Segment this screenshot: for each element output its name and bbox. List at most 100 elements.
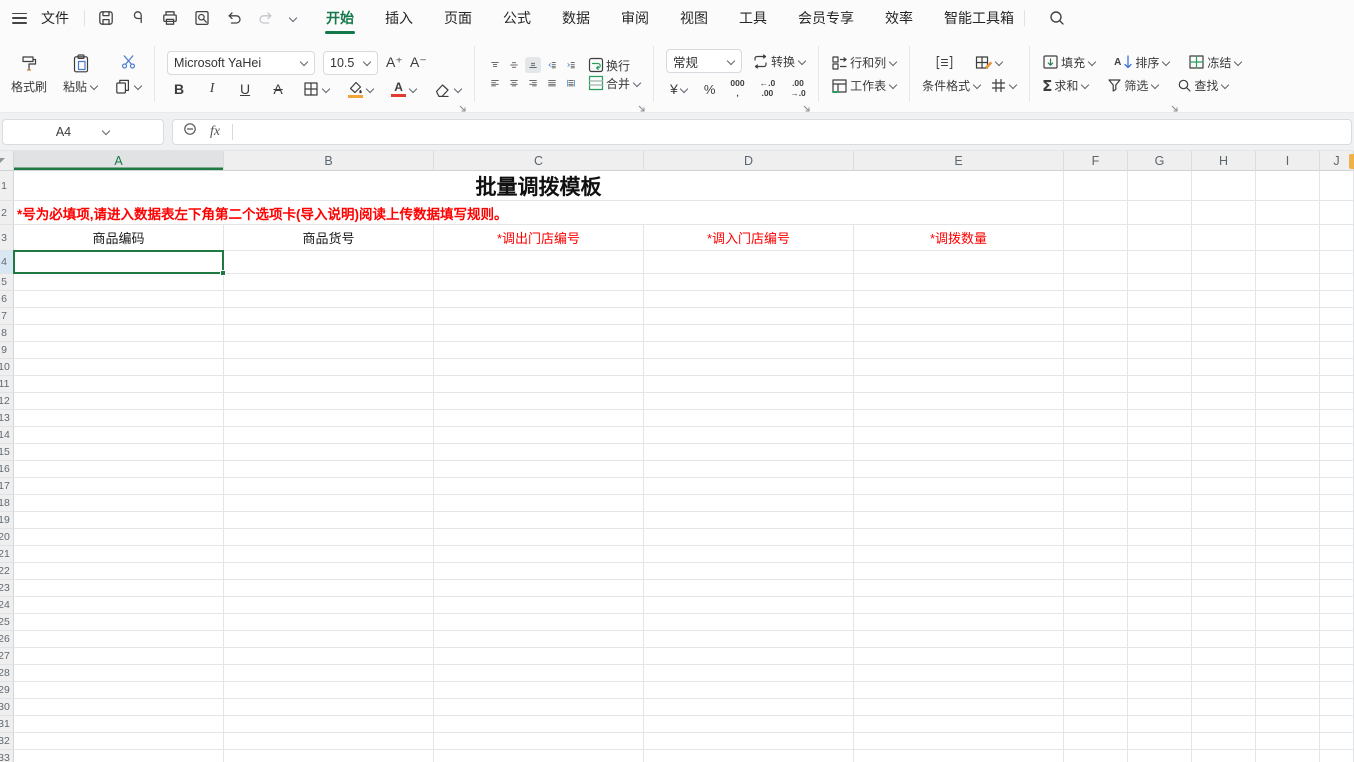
grid-cell[interactable] (14, 291, 224, 308)
grid-cell[interactable] (224, 529, 434, 546)
fx-icon[interactable]: fx (210, 124, 220, 140)
grid-cell[interactable] (434, 251, 644, 274)
row-header-29[interactable]: 29 (0, 682, 14, 699)
font-color-button[interactable]: A (391, 81, 417, 97)
grid-cell[interactable] (1128, 750, 1192, 762)
grid-cell[interactable] (854, 750, 1064, 762)
grid-cell[interactable] (644, 563, 854, 580)
grid-cell[interactable] (644, 665, 854, 682)
grid-cell[interactable] (854, 682, 1064, 699)
grid-cell[interactable] (1192, 393, 1256, 410)
grid-cell[interactable] (1128, 342, 1192, 359)
grid-cell[interactable] (1320, 699, 1354, 716)
freeze-button[interactable]: 冻结 (1188, 54, 1242, 71)
grid-cell[interactable] (14, 359, 224, 376)
grid-cell[interactable] (224, 410, 434, 427)
grid-cell[interactable] (1320, 614, 1354, 631)
grid-cell[interactable] (434, 733, 644, 750)
grid-cell[interactable] (434, 427, 644, 444)
grid-cell[interactable] (854, 291, 1064, 308)
grid-cell[interactable] (1320, 512, 1354, 529)
convert-dropdown-icon[interactable] (797, 57, 806, 66)
grid-cell[interactable] (1256, 291, 1320, 308)
currency-dropdown-icon[interactable] (680, 85, 689, 94)
grid-cell[interactable] (1192, 682, 1256, 699)
fill-color-button[interactable] (347, 81, 374, 98)
grid-cell[interactable] (14, 733, 224, 750)
fill-color-dropdown-icon[interactable] (365, 85, 374, 94)
grid-cell[interactable] (434, 597, 644, 614)
grid-cell[interactable] (14, 631, 224, 648)
grid-cell[interactable] (854, 393, 1064, 410)
sort-dropdown-icon[interactable] (1161, 58, 1170, 67)
sort-button[interactable]: A 排序 (1114, 54, 1170, 71)
grid-cell[interactable] (434, 716, 644, 733)
grid-cell[interactable] (224, 376, 434, 393)
grid-cell[interactable] (1064, 512, 1128, 529)
grid-cell[interactable] (224, 427, 434, 444)
grid-cell[interactable] (434, 665, 644, 682)
grid-cell[interactable] (1064, 376, 1128, 393)
grid-cell[interactable] (1192, 597, 1256, 614)
notice-cell[interactable]: *号为必填项,请进入数据表左下角第二个选项卡(导入说明)阅读上传数据填写规则。 (14, 201, 1064, 225)
increase-decimal-button[interactable]: ←.0.00 (760, 79, 776, 99)
grid-cell[interactable] (224, 274, 434, 291)
grid-cell[interactable] (854, 308, 1064, 325)
column-header-G[interactable]: G (1128, 151, 1192, 171)
grid-cell[interactable] (1064, 325, 1128, 342)
grid-cell[interactable] (1064, 342, 1128, 359)
grid-cell[interactable] (224, 478, 434, 495)
grid-cell[interactable] (224, 359, 434, 376)
grid-cell[interactable] (1256, 580, 1320, 597)
grid-cell[interactable] (224, 291, 434, 308)
grid-cell[interactable] (1064, 444, 1128, 461)
grid-cell[interactable] (1320, 201, 1354, 225)
row-header-17[interactable]: 17 (0, 478, 14, 495)
grid-cell[interactable] (854, 546, 1064, 563)
grid-cell[interactable] (1320, 225, 1354, 251)
grid-cell[interactable] (224, 648, 434, 665)
grid-cell[interactable] (1192, 325, 1256, 342)
filter-dropdown-icon[interactable] (1150, 81, 1159, 90)
grid-cell[interactable] (14, 699, 224, 716)
grid-cell[interactable] (224, 597, 434, 614)
grid-cell[interactable] (1128, 546, 1192, 563)
copy-dropdown-icon[interactable] (133, 82, 142, 91)
increase-font-icon[interactable]: A⁺ (386, 54, 402, 71)
grid-cell[interactable] (854, 699, 1064, 716)
cut-icon[interactable] (120, 54, 137, 71)
table-header-cell[interactable]: *调入门店编号 (644, 225, 854, 251)
grid-cell[interactable] (1256, 648, 1320, 665)
grid-cell[interactable] (224, 614, 434, 631)
grid-cell[interactable] (14, 512, 224, 529)
merge-cells-button[interactable]: 合并 (588, 75, 641, 92)
grid-cell[interactable] (644, 359, 854, 376)
convert-button[interactable]: 转换 (752, 53, 806, 70)
grid-cell[interactable] (1128, 614, 1192, 631)
grid-cell[interactable] (1192, 225, 1256, 251)
grid-cell[interactable] (1064, 546, 1128, 563)
row-header-27[interactable]: 27 (0, 648, 14, 665)
grid-cell[interactable] (224, 682, 434, 699)
grid-cell[interactable] (224, 444, 434, 461)
underline-button[interactable]: U (237, 81, 253, 97)
hamburger-menu-icon[interactable] (12, 13, 27, 24)
grid-cell[interactable] (1064, 274, 1128, 291)
grid-cell[interactable] (1064, 716, 1128, 733)
grid-cell[interactable] (854, 495, 1064, 512)
cell-grid-dropdown-icon[interactable] (1008, 81, 1017, 90)
grid-cell[interactable] (434, 461, 644, 478)
conditional-format-dropdown-icon[interactable] (972, 81, 981, 90)
grid-cell[interactable] (1256, 546, 1320, 563)
grid-cell[interactable] (1320, 291, 1354, 308)
grid-cell[interactable] (434, 376, 644, 393)
grid-cell[interactable] (644, 750, 854, 762)
fill-button[interactable]: 填充 (1042, 54, 1096, 71)
align-middle-icon[interactable] (506, 57, 522, 73)
tab-insert[interactable]: 插入 (384, 0, 414, 36)
grid-cell[interactable] (434, 563, 644, 580)
decrease-indent-icon[interactable] (544, 57, 560, 73)
borders-dropdown-icon[interactable] (321, 85, 330, 94)
grid-cell[interactable] (1192, 631, 1256, 648)
grid-cell[interactable] (644, 699, 854, 716)
